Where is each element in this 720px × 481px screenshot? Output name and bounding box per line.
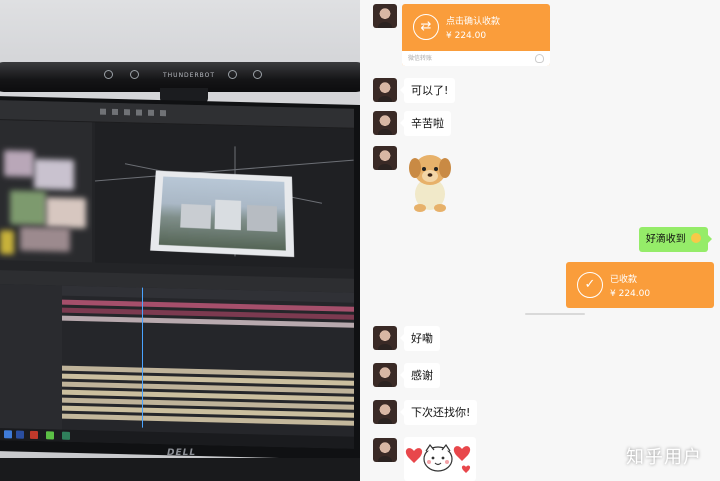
check-circle-icon: ✓ (577, 272, 603, 298)
message-bubble-in[interactable]: 辛苦啦 (400, 111, 451, 136)
transfer-footer: 微信转账 (402, 51, 550, 66)
contact-avatar[interactable] (373, 146, 397, 170)
transfer-amount: ¥ 224.00 (446, 31, 487, 41)
timeline-panel (0, 284, 354, 437)
transfer-title: 已收款 (610, 275, 638, 285)
zoom-tool-icon (124, 109, 130, 116)
select-tool-icon (100, 108, 106, 115)
contact-avatar[interactable] (373, 438, 397, 462)
transfer-card-received[interactable]: ✓ 已收款 ¥ 224.00 (566, 262, 714, 308)
transfer-card-pending[interactable]: ⇄ 点击确认收款 ¥ 224.00 微信转账 (402, 4, 550, 66)
building-shape (246, 204, 278, 232)
monitor (0, 96, 360, 461)
blurred-thumbnail (0, 230, 14, 255)
contact-avatar[interactable] (373, 4, 397, 28)
message-bubble-in[interactable]: 好嘞 (400, 326, 440, 351)
wechat-icon (46, 431, 54, 440)
heart-sticker[interactable] (404, 437, 476, 481)
camera-tool-icon (148, 109, 154, 116)
contact-avatar[interactable] (373, 78, 397, 102)
chat-panel: ⇄ 点击确认收款 ¥ 224.00 微信转账 可以了! 辛苦啦 好滴收到 ✓ 已… (360, 0, 720, 481)
message-bubble-in[interactable]: 下次还找你! (399, 400, 478, 425)
settings-button-icon (253, 70, 262, 79)
start-icon (4, 430, 12, 439)
blurred-thumbnail (10, 190, 46, 226)
building-shape (180, 203, 212, 229)
lamp-brand-text: THUNDERBOT (163, 72, 216, 79)
composition-viewer (94, 122, 354, 269)
pen-tool-icon (160, 110, 166, 117)
message-bubble-in[interactable]: 可以了! (399, 78, 456, 103)
after-effects-screen (0, 100, 354, 449)
blurred-thumbnail (46, 197, 86, 229)
reply-text: 好滴收到 (645, 234, 686, 245)
project-panel-blurred (0, 120, 92, 263)
puppy-sticker[interactable] (404, 146, 456, 214)
message-bubble-out[interactable]: 好滴收到 (638, 227, 713, 252)
power-button-icon (104, 70, 113, 79)
screenshot-divider (525, 313, 585, 315)
zhihu-watermark: 知乎用户 (626, 447, 702, 468)
layer-list (0, 284, 62, 430)
blurred-thumbnail (20, 226, 70, 252)
smile-emoji-icon (691, 233, 701, 243)
playhead (142, 287, 143, 428)
blurred-thumbnail (4, 150, 34, 177)
message-bubble-in[interactable]: 感谢 (400, 363, 440, 388)
building-shape (214, 199, 242, 231)
app-icon (62, 431, 70, 440)
desk-edge (0, 458, 360, 481)
monitor-photo: THUNDERBOT DELL (0, 0, 360, 481)
contact-avatar[interactable] (373, 400, 397, 424)
transfer-shield-icon (535, 54, 544, 63)
mode-button-icon (228, 70, 237, 79)
rotate-tool-icon (136, 109, 142, 116)
dimmer-button-icon (130, 70, 139, 79)
transfer-amount: ¥ 224.00 (610, 289, 651, 299)
blurred-thumbnail (34, 158, 74, 190)
3d-photo-layer (150, 170, 295, 258)
monitor-logo: DELL (167, 448, 197, 458)
hand-tool-icon (112, 108, 118, 116)
app-icon (16, 430, 24, 439)
contact-avatar[interactable] (373, 363, 397, 387)
app-icon (30, 430, 38, 440)
transfer-footer-label: 微信转账 (408, 55, 433, 62)
contact-avatar[interactable] (373, 111, 397, 135)
contact-avatar[interactable] (373, 326, 397, 350)
campus-photo (158, 176, 286, 251)
transfer-title: 点击确认收款 (446, 17, 501, 27)
transfer-arrows-icon: ⇄ (413, 14, 439, 40)
